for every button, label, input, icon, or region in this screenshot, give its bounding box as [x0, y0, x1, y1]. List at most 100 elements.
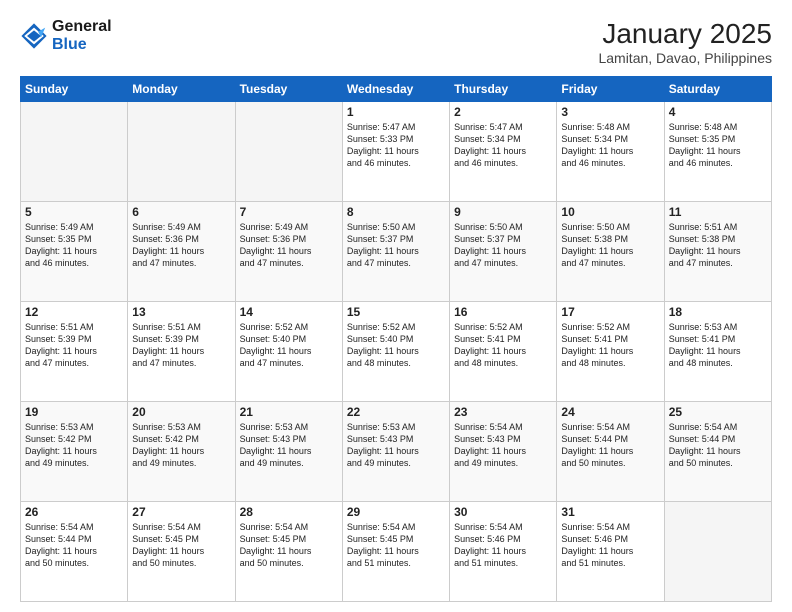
day-number: 16: [454, 305, 552, 319]
day-number: 22: [347, 405, 445, 419]
table-row: 12 Sunrise: 5:51 AM Sunset: 5:39 PM Dayli…: [21, 302, 128, 402]
table-row: 25 Sunrise: 5:54 AM Sunset: 5:44 PM Dayli…: [664, 402, 771, 502]
day-number: 6: [132, 205, 230, 219]
table-row: 4Sunrise: 5:48 AM Sunset: 5:35 PM Daylig…: [664, 102, 771, 202]
week-row-1: 1 Sunrise: 5:47 AM Sunset: 5:33 PM Daylig…: [21, 102, 772, 202]
day-number: 26: [25, 505, 123, 519]
table-row: 16 Sunrise: 5:52 AM Sunset: 5:41 PM Dayli…: [450, 302, 557, 402]
week-row-5: 26 Sunrise: 5:54 AM Sunset: 5:44 PM Dayli…: [21, 502, 772, 602]
table-row: 8 Sunrise: 5:50 AM Sunset: 5:37 PM Daylig…: [342, 202, 449, 302]
title-block: January 2025 Lamitan, Davao, Philippines: [598, 18, 772, 66]
day-info: Sunrise: 5:48 AM Sunset: 5:34 PM Dayligh…: [561, 121, 659, 170]
day-info: Sunrise: 5:51 AM Sunset: 5:39 PM Dayligh…: [132, 321, 230, 370]
table-row: [664, 502, 771, 602]
day-info: Sunrise: 5:52 AM Sunset: 5:40 PM Dayligh…: [240, 321, 338, 370]
day-number: 8: [347, 205, 445, 219]
day-info: Sunrise: 5:52 AM Sunset: 5:41 PM Dayligh…: [454, 321, 552, 370]
logo-text: General Blue: [52, 18, 112, 54]
header-wednesday: Wednesday: [342, 77, 449, 102]
day-number: 28: [240, 505, 338, 519]
day-number: 9: [454, 205, 552, 219]
day-info: Sunrise: 5:54 AM Sunset: 5:45 PM Dayligh…: [347, 521, 445, 570]
day-number: 17: [561, 305, 659, 319]
header-thursday: Thursday: [450, 77, 557, 102]
table-row: 31Sunrise: 5:54 AM Sunset: 5:46 PM Dayli…: [557, 502, 664, 602]
day-info: Sunrise: 5:49 AM Sunset: 5:35 PM Dayligh…: [25, 221, 123, 270]
day-info: Sunrise: 5:54 AM Sunset: 5:43 PM Dayligh…: [454, 421, 552, 470]
day-info: Sunrise: 5:50 AM Sunset: 5:38 PM Dayligh…: [561, 221, 659, 270]
table-row: 23 Sunrise: 5:54 AM Sunset: 5:43 PM Dayli…: [450, 402, 557, 502]
day-info: Sunrise: 5:52 AM Sunset: 5:41 PM Dayligh…: [561, 321, 659, 370]
day-info: Sunrise: 5:53 AM Sunset: 5:42 PM Dayligh…: [132, 421, 230, 470]
table-row: 20Sunrise: 5:53 AM Sunset: 5:42 PM Dayli…: [128, 402, 235, 502]
day-info: Sunrise: 5:54 AM Sunset: 5:44 PM Dayligh…: [669, 421, 767, 470]
day-info: Sunrise: 5:49 AM Sunset: 5:36 PM Dayligh…: [240, 221, 338, 270]
table-row: 7 Sunrise: 5:49 AM Sunset: 5:36 PM Daylig…: [235, 202, 342, 302]
table-row: [21, 102, 128, 202]
header-monday: Monday: [128, 77, 235, 102]
table-row: 6 Sunrise: 5:49 AM Sunset: 5:36 PM Daylig…: [128, 202, 235, 302]
day-number: 18: [669, 305, 767, 319]
table-row: 30 Sunrise: 5:54 AM Sunset: 5:46 PM Dayli…: [450, 502, 557, 602]
day-number: 3: [561, 105, 659, 119]
day-info: Sunrise: 5:50 AM Sunset: 5:37 PM Dayligh…: [454, 221, 552, 270]
day-info: Sunrise: 5:48 AM Sunset: 5:35 PM Dayligh…: [669, 121, 767, 170]
header-tuesday: Tuesday: [235, 77, 342, 102]
day-number: 23: [454, 405, 552, 419]
day-number: 15: [347, 305, 445, 319]
day-number: 27: [132, 505, 230, 519]
day-info: Sunrise: 5:54 AM Sunset: 5:46 PM Dayligh…: [454, 521, 552, 570]
week-row-4: 19 Sunrise: 5:53 AM Sunset: 5:42 PM Dayli…: [21, 402, 772, 502]
logo: General Blue: [20, 18, 112, 54]
table-row: 22 Sunrise: 5:53 AM Sunset: 5:43 PM Dayli…: [342, 402, 449, 502]
day-number: 1: [347, 105, 445, 119]
day-info: Sunrise: 5:47 AM Sunset: 5:33 PM Dayligh…: [347, 121, 445, 170]
month-title: January 2025: [598, 18, 772, 50]
day-number: 12: [25, 305, 123, 319]
location: Lamitan, Davao, Philippines: [598, 50, 772, 66]
table-row: 19 Sunrise: 5:53 AM Sunset: 5:42 PM Dayli…: [21, 402, 128, 502]
logo-icon: [20, 22, 48, 50]
day-number: 13: [132, 305, 230, 319]
table-row: 14 Sunrise: 5:52 AM Sunset: 5:40 PM Dayli…: [235, 302, 342, 402]
header-sunday: Sunday: [21, 77, 128, 102]
day-number: 14: [240, 305, 338, 319]
table-row: 5Sunrise: 5:49 AM Sunset: 5:35 PM Daylig…: [21, 202, 128, 302]
day-info: Sunrise: 5:53 AM Sunset: 5:43 PM Dayligh…: [347, 421, 445, 470]
table-row: [128, 102, 235, 202]
table-row: 10 Sunrise: 5:50 AM Sunset: 5:38 PM Dayli…: [557, 202, 664, 302]
table-row: 9 Sunrise: 5:50 AM Sunset: 5:37 PM Daylig…: [450, 202, 557, 302]
table-row: 18Sunrise: 5:53 AM Sunset: 5:41 PM Dayli…: [664, 302, 771, 402]
day-info: Sunrise: 5:51 AM Sunset: 5:39 PM Dayligh…: [25, 321, 123, 370]
day-number: 7: [240, 205, 338, 219]
day-info: Sunrise: 5:54 AM Sunset: 5:46 PM Dayligh…: [561, 521, 659, 570]
table-row: 3 Sunrise: 5:48 AM Sunset: 5:34 PM Daylig…: [557, 102, 664, 202]
week-row-2: 5Sunrise: 5:49 AM Sunset: 5:35 PM Daylig…: [21, 202, 772, 302]
header-friday: Friday: [557, 77, 664, 102]
table-row: 29 Sunrise: 5:54 AM Sunset: 5:45 PM Dayli…: [342, 502, 449, 602]
day-number: 10: [561, 205, 659, 219]
day-info: Sunrise: 5:54 AM Sunset: 5:44 PM Dayligh…: [25, 521, 123, 570]
table-row: 1 Sunrise: 5:47 AM Sunset: 5:33 PM Daylig…: [342, 102, 449, 202]
day-info: Sunrise: 5:53 AM Sunset: 5:42 PM Dayligh…: [25, 421, 123, 470]
day-number: 30: [454, 505, 552, 519]
page: General Blue January 2025 Lamitan, Davao…: [0, 0, 792, 612]
day-number: 11: [669, 205, 767, 219]
day-info: Sunrise: 5:53 AM Sunset: 5:43 PM Dayligh…: [240, 421, 338, 470]
table-row: 11Sunrise: 5:51 AM Sunset: 5:38 PM Dayli…: [664, 202, 771, 302]
day-number: 29: [347, 505, 445, 519]
day-info: Sunrise: 5:54 AM Sunset: 5:45 PM Dayligh…: [240, 521, 338, 570]
day-number: 25: [669, 405, 767, 419]
table-row: [235, 102, 342, 202]
day-info: Sunrise: 5:54 AM Sunset: 5:44 PM Dayligh…: [561, 421, 659, 470]
day-number: 19: [25, 405, 123, 419]
table-row: 21 Sunrise: 5:53 AM Sunset: 5:43 PM Dayli…: [235, 402, 342, 502]
day-info: Sunrise: 5:47 AM Sunset: 5:34 PM Dayligh…: [454, 121, 552, 170]
day-info: Sunrise: 5:54 AM Sunset: 5:45 PM Dayligh…: [132, 521, 230, 570]
day-info: Sunrise: 5:49 AM Sunset: 5:36 PM Dayligh…: [132, 221, 230, 270]
header: General Blue January 2025 Lamitan, Davao…: [20, 18, 772, 66]
calendar-table: Sunday Monday Tuesday Wednesday Thursday…: [20, 76, 772, 602]
table-row: 2Sunrise: 5:47 AM Sunset: 5:34 PM Daylig…: [450, 102, 557, 202]
day-info: Sunrise: 5:50 AM Sunset: 5:37 PM Dayligh…: [347, 221, 445, 270]
day-number: 21: [240, 405, 338, 419]
